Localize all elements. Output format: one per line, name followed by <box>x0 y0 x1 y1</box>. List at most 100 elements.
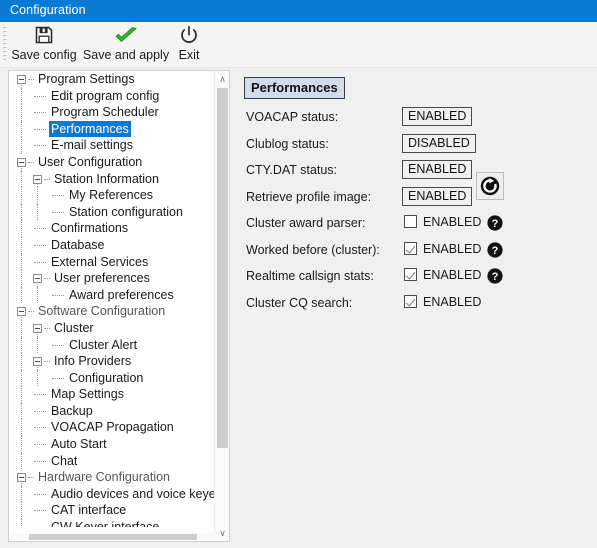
tree-guide-line <box>21 120 23 138</box>
tree-collapse-icon[interactable] <box>17 157 26 167</box>
tree-item-label: CAT interface <box>51 503 127 518</box>
question-mark-circle-icon[interactable]: ? <box>487 215 503 231</box>
tree-collapse-icon[interactable] <box>33 174 42 184</box>
tree-item-cluster-alert[interactable]: Cluster Alert <box>9 336 215 354</box>
tree-guide-line <box>21 402 23 420</box>
tree-guide-line <box>21 137 23 154</box>
tree-item-label: My References <box>69 188 154 203</box>
tree-item-user-configuration[interactable]: User Configuration <box>9 154 215 171</box>
tree-item-map-settings[interactable]: Map Settings <box>9 386 215 403</box>
tree-guide-line <box>44 361 50 363</box>
tree-item-label: Cluster Alert <box>69 337 138 352</box>
setting-label: CTY.DAT status: <box>246 163 338 177</box>
tree-collapse-icon[interactable] <box>17 473 26 483</box>
setting-checkbox-group[interactable]: ENABLED <box>404 294 481 313</box>
tree-item-database[interactable]: Database <box>9 236 215 254</box>
tree-item-configuration[interactable]: Configuration <box>9 369 215 387</box>
tree-item-external-services[interactable]: External Services <box>9 253 215 271</box>
tree-item-label: Confirmations <box>51 221 129 236</box>
toolbar-gripper[interactable] <box>3 27 6 61</box>
tree-item-label: Program Settings <box>38 72 135 86</box>
tree-vertical-scrollbar[interactable]: ∧ ∨ <box>214 71 229 541</box>
tree-guide-line <box>21 104 23 121</box>
tree-item-station-configuration[interactable]: Station configuration <box>9 203 215 221</box>
tree-item-backup[interactable]: Backup <box>9 402 215 420</box>
tree-item-hardware-configuration[interactable]: Hardware Configuration <box>9 469 215 486</box>
tree-item-label: Info Providers <box>54 354 132 369</box>
setting-label: Cluster award parser: <box>246 216 366 230</box>
tree-item-station-information[interactable]: Station Information <box>9 170 215 188</box>
question-mark-circle-icon[interactable]: ? <box>487 241 503 258</box>
exit-label: Exit <box>178 48 200 62</box>
tree-item-info-providers[interactable]: Info Providers <box>9 353 215 370</box>
checkbox-label: ENABLED <box>423 215 482 229</box>
tree-item-cluster[interactable]: Cluster <box>9 319 215 337</box>
tree-guide-line <box>52 195 64 197</box>
setting-checkbox-group[interactable]: ENABLED <box>404 215 481 233</box>
tree-item-chat[interactable]: Chat <box>9 452 215 470</box>
tree-item-auto-start[interactable]: Auto Start <box>9 436 215 453</box>
checkbox[interactable] <box>404 294 417 308</box>
tree-guide-line <box>34 228 46 230</box>
tree-horizontal-scrollbar[interactable] <box>9 533 215 541</box>
checkbox[interactable] <box>404 241 417 255</box>
exit-button[interactable]: Exit <box>170 24 208 66</box>
tree-item-user-preferences[interactable]: User preferences <box>9 270 215 287</box>
tree-item-e-mail-settings[interactable]: E-mail settings <box>9 137 215 154</box>
tree-collapse-icon[interactable] <box>33 323 42 333</box>
tree-guide-line <box>34 394 46 396</box>
question-mark-circle-icon[interactable]: ? <box>487 268 503 284</box>
tree-item-voacap-propagation[interactable]: VOACAP Propagation <box>9 419 215 437</box>
checkbox-label: ENABLED <box>423 241 482 256</box>
tree-guide-line <box>34 145 46 147</box>
save-and-apply-button[interactable]: Save and apply <box>82 24 170 66</box>
tree-collapse-icon[interactable] <box>33 274 42 284</box>
tree-item-edit-program-config[interactable]: Edit program config <box>9 87 215 105</box>
tree-guide-line <box>21 87 23 105</box>
tree-item-cat-interface[interactable]: CAT interface <box>9 502 215 520</box>
tree-guide-line <box>44 178 50 181</box>
tree-item-label: Station Information <box>54 171 159 186</box>
status-badge: ENABLED <box>402 160 473 179</box>
tree-guide-line <box>52 294 64 297</box>
tree-item-label: Performances <box>49 120 131 138</box>
tree-item-award-preferences[interactable]: Award preferences <box>9 286 215 304</box>
svg-text:?: ? <box>492 218 499 230</box>
tree-item-my-references[interactable]: My References <box>9 187 215 204</box>
save-config-button[interactable]: Save config <box>8 24 80 66</box>
checkbox[interactable] <box>404 268 417 281</box>
svg-text:?: ? <box>492 245 499 257</box>
setting-label: Cluster CQ search: <box>246 295 353 310</box>
setting-checkbox-group[interactable]: ENABLED <box>404 241 482 260</box>
tree-item-program-settings[interactable]: Program Settings <box>9 71 215 88</box>
configuration-tree[interactable]: Program Settings Edit program config Progr… <box>9 71 215 527</box>
tree-item-label: Backup <box>51 403 93 418</box>
setting-checkbox-group[interactable]: ENABLED <box>404 268 481 286</box>
tree-collapse-icon[interactable] <box>17 75 26 84</box>
checkbox[interactable] <box>404 215 417 228</box>
tree-item-cw-keyer-interface[interactable]: CW Keyer interface <box>9 519 215 527</box>
status-badge: ENABLED <box>402 186 473 206</box>
tree-vertical-scrollbar-thumb[interactable] <box>217 88 228 448</box>
tree-collapse-icon[interactable] <box>17 307 26 317</box>
tree-item-confirmations[interactable]: Confirmations <box>9 220 215 237</box>
tree-guide-line <box>21 187 23 204</box>
setting-label: Clublog status: <box>246 136 329 151</box>
tree-item-label: Chat <box>51 453 78 468</box>
tree-guide-line <box>34 410 46 413</box>
tree-guide-line <box>21 270 23 287</box>
tree-item-software-configuration[interactable]: Software Configuration <box>9 303 215 320</box>
scroll-down-arrow-icon[interactable]: ∨ <box>215 525 229 541</box>
tree-collapse-icon[interactable] <box>33 357 42 367</box>
tree-guide-line <box>52 211 64 214</box>
tree-item-program-scheduler[interactable]: Program Scheduler <box>9 104 215 121</box>
scroll-up-arrow-icon[interactable]: ∧ <box>215 71 229 87</box>
tree-guide-line <box>37 203 39 221</box>
refresh-profile-image-button[interactable] <box>476 171 504 200</box>
tree-guide-line <box>21 519 23 527</box>
tree-guide-line <box>34 427 46 429</box>
power-icon <box>170 25 208 47</box>
tree-horizontal-scrollbar-thumb[interactable] <box>29 534 197 540</box>
tree-item-audio-devices-and-voice-keyer[interactable]: Audio devices and voice keyer <box>9 485 215 503</box>
tree-item-performances[interactable]: Performances <box>9 120 215 138</box>
